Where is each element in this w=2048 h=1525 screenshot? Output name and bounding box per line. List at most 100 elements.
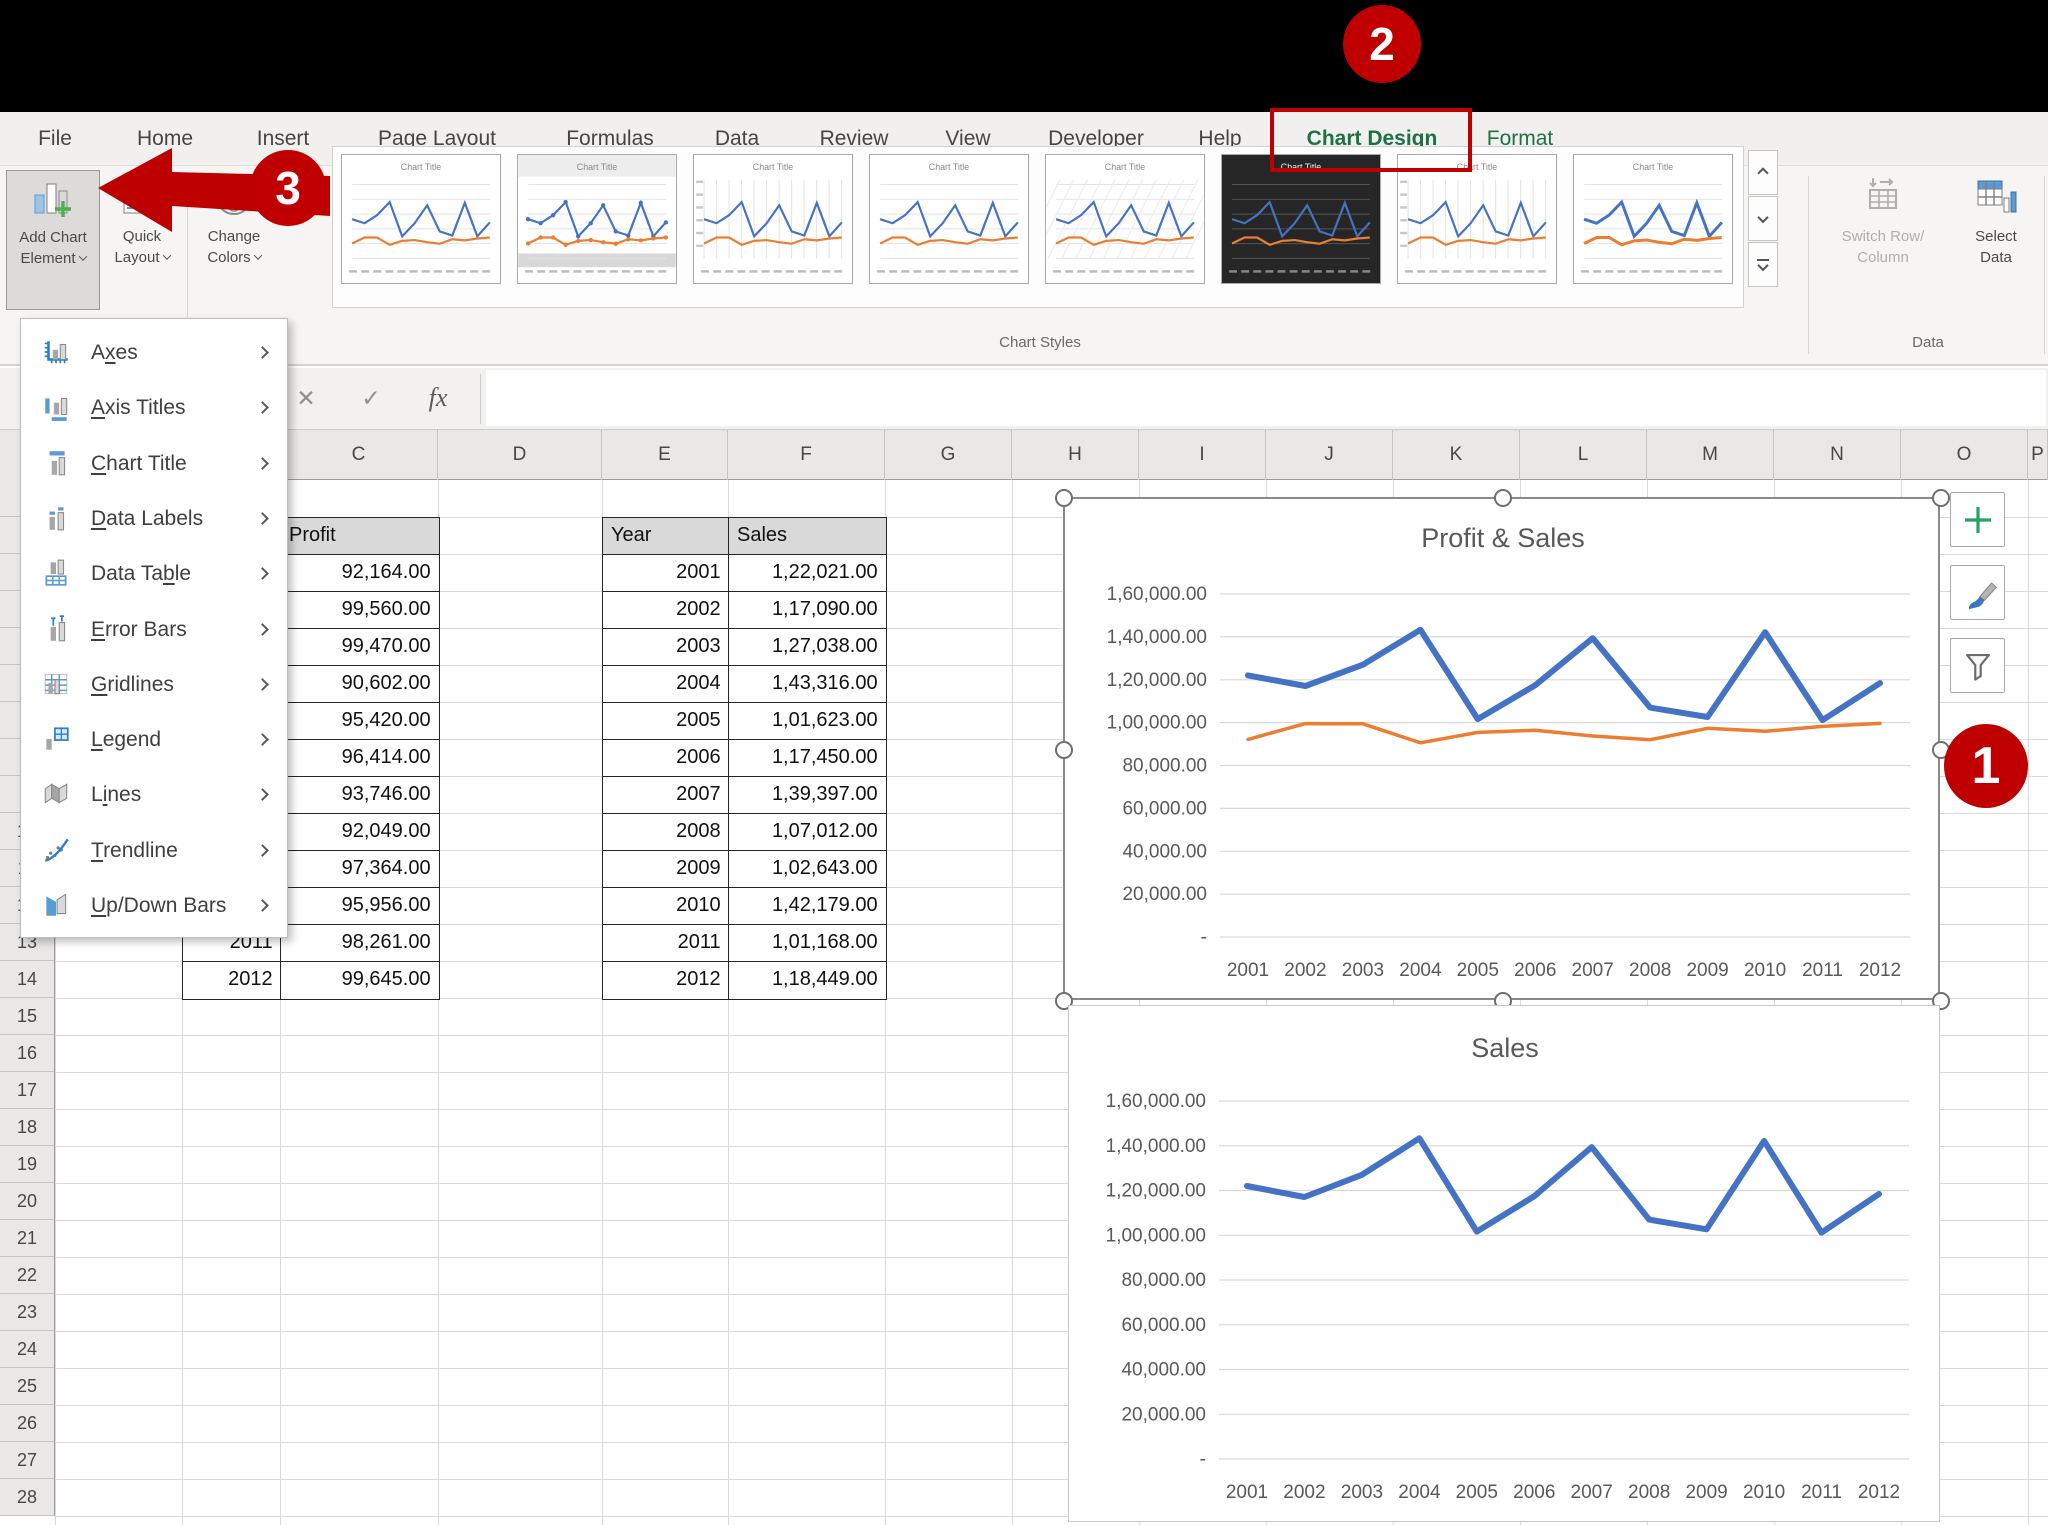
row-header-24[interactable]: 24: [0, 1331, 55, 1368]
sales-table-year-cell[interactable]: 2003: [602, 628, 730, 667]
sales-table-value-cell[interactable]: 1,01,623.00: [728, 702, 887, 741]
menu-item-axis-titles[interactable]: Axis Titles: [23, 380, 285, 435]
sales-table-year-cell[interactable]: 2010: [602, 887, 730, 926]
sales-table-value-cell[interactable]: 1,01,168.00: [728, 924, 887, 963]
chart-title[interactable]: Profit & Sales: [1421, 523, 1585, 553]
sales-table-year-cell[interactable]: 2004: [602, 665, 730, 704]
selection-handle[interactable]: [1932, 489, 1950, 507]
column-header-P[interactable]: P: [2028, 430, 2048, 480]
row-header-28[interactable]: 28: [0, 1479, 55, 1516]
selection-handle[interactable]: [1055, 489, 1073, 507]
profit-table-value-cell[interactable]: 99,470.00: [280, 628, 440, 667]
sales-table-year-cell[interactable]: 2012: [602, 961, 730, 1000]
menu-item-chart-title[interactable]: Chart Title: [23, 436, 285, 491]
column-header-H[interactable]: H: [1012, 430, 1139, 480]
chart-title[interactable]: Sales: [1471, 1033, 1539, 1063]
tab-home[interactable]: Home: [137, 112, 193, 166]
quick-layout-button[interactable]: Quick Layout: [102, 170, 182, 310]
menu-item-data-table[interactable]: Data Table: [23, 546, 285, 601]
gallery-scroll-down-button[interactable]: [1748, 196, 1778, 241]
sales-table-year-cell[interactable]: 2006: [602, 739, 730, 778]
insert-function-icon[interactable]: fx: [429, 383, 448, 412]
column-header-C[interactable]: C: [280, 430, 438, 480]
row-header-21[interactable]: 21: [0, 1220, 55, 1257]
menu-item-gridlines[interactable]: Gridlines: [23, 657, 285, 712]
chart-style-tile-2[interactable]: Chart Title: [517, 154, 677, 284]
row-header-16[interactable]: 16: [0, 1035, 55, 1072]
add-chart-element-button[interactable]: Add Chart Element: [6, 170, 100, 310]
sales-table-value-cell[interactable]: 1,27,038.00: [728, 628, 887, 667]
column-header-M[interactable]: M: [1647, 430, 1774, 480]
series-sales[interactable]: [1244, 1135, 1882, 1236]
menu-item-trendline[interactable]: Trendline: [23, 823, 285, 878]
sales-table-value-cell[interactable]: 1,18,449.00: [728, 961, 887, 1000]
row-header-25[interactable]: 25: [0, 1368, 55, 1405]
change-colors-button[interactable]: Change Colors: [192, 170, 276, 310]
sales-table-year-cell[interactable]: 2007: [602, 776, 730, 815]
profit-table-value-header[interactable]: Profit: [280, 517, 440, 556]
chart-style-tile-6[interactable]: Chart Title: [1221, 154, 1381, 284]
row-header-20[interactable]: 20: [0, 1183, 55, 1220]
select-data-button[interactable]: Select Data: [1952, 170, 2040, 310]
profit-table-value-cell[interactable]: 98,261.00: [280, 924, 440, 963]
profit-table-value-cell[interactable]: 97,364.00: [280, 850, 440, 889]
profit-table-value-cell[interactable]: 95,420.00: [280, 702, 440, 741]
sales-table-value-cell[interactable]: 1,39,397.00: [728, 776, 887, 815]
profit-table-value-cell[interactable]: 95,956.00: [280, 887, 440, 926]
sales-table-year-header[interactable]: Year: [602, 517, 730, 556]
column-header-E[interactable]: E: [602, 430, 728, 480]
sales-table-value-cell[interactable]: 1,17,090.00: [728, 591, 887, 630]
row-header-23[interactable]: 23: [0, 1294, 55, 1331]
row-header-27[interactable]: 27: [0, 1442, 55, 1479]
column-header-K[interactable]: K: [1393, 430, 1520, 480]
menu-item-error-bars[interactable]: Error Bars: [23, 602, 285, 657]
sales-table-year-cell[interactable]: 2009: [602, 850, 730, 889]
tab-file[interactable]: File: [38, 112, 72, 166]
sales-table-year-cell[interactable]: 2011: [602, 924, 730, 963]
series-profit[interactable]: [1246, 721, 1882, 745]
gallery-scroll-up-button[interactable]: [1748, 150, 1778, 195]
sales-table-year-cell[interactable]: 2001: [602, 554, 730, 593]
chart-style-tile-3[interactable]: Chart Title: [693, 154, 853, 284]
profit-table-value-cell[interactable]: 93,746.00: [280, 776, 440, 815]
sales-table-year-cell[interactable]: 2002: [602, 591, 730, 630]
profit-table-value-cell[interactable]: 90,602.00: [280, 665, 440, 704]
chart-style-tile-8[interactable]: Chart Title: [1573, 154, 1733, 284]
chart-style-tile-1[interactable]: Chart Title: [341, 154, 501, 284]
column-header-L[interactable]: L: [1520, 430, 1647, 480]
column-header-O[interactable]: O: [1901, 430, 2028, 480]
sales-table-value-cell[interactable]: 1,02,643.00: [728, 850, 887, 889]
menu-item-axes[interactable]: Axes: [23, 325, 285, 380]
sales-table-value-cell[interactable]: 1,43,316.00: [728, 665, 887, 704]
chart-styles-button[interactable]: [1950, 565, 2005, 620]
column-header-F[interactable]: F: [728, 430, 885, 480]
chart-style-tile-4[interactable]: Chart Title: [869, 154, 1029, 284]
selection-handle[interactable]: [1493, 489, 1512, 507]
gallery-more-button[interactable]: [1748, 242, 1778, 287]
chart-elements-button[interactable]: [1950, 492, 2005, 547]
chart-sales[interactable]: Sales 1,60,000.00 1,40,000.00 1,20,000.00 1,…: [1068, 1005, 1940, 1522]
sales-table-value-cell[interactable]: 1,22,021.00: [728, 554, 887, 593]
menu-item-lines[interactable]: Lines: [23, 767, 285, 822]
sales-table-value-cell[interactable]: 1,17,450.00: [728, 739, 887, 778]
column-header-I[interactable]: I: [1139, 430, 1266, 480]
row-header-15[interactable]: 15: [0, 998, 55, 1035]
sales-table-year-cell[interactable]: 2008: [602, 813, 730, 852]
menu-item-up-down-bars[interactable]: Up/Down Bars: [23, 878, 285, 933]
chart-style-tile-7[interactable]: Chart Title: [1397, 154, 1557, 284]
column-header-J[interactable]: J: [1266, 430, 1393, 480]
profit-table-value-cell[interactable]: 96,414.00: [280, 739, 440, 778]
switch-row-column-button[interactable]: Switch Row/ Column: [1818, 170, 1948, 310]
sales-table-year-cell[interactable]: 2005: [602, 702, 730, 741]
profit-table-value-cell[interactable]: 92,049.00: [280, 813, 440, 852]
menu-item-data-labels[interactable]: Data Labels: [23, 491, 285, 546]
profit-table-value-cell[interactable]: 92,164.00: [280, 554, 440, 593]
sales-table-value-header[interactable]: Sales: [728, 517, 887, 556]
row-header-19[interactable]: 19: [0, 1146, 55, 1183]
row-header-22[interactable]: 22: [0, 1257, 55, 1294]
row-header-14[interactable]: 14: [0, 961, 55, 998]
enter-icon[interactable]: ✓: [348, 368, 394, 428]
column-header-D[interactable]: D: [438, 430, 602, 480]
column-header-N[interactable]: N: [1774, 430, 1901, 480]
sales-table-value-cell[interactable]: 1,42,179.00: [728, 887, 887, 926]
